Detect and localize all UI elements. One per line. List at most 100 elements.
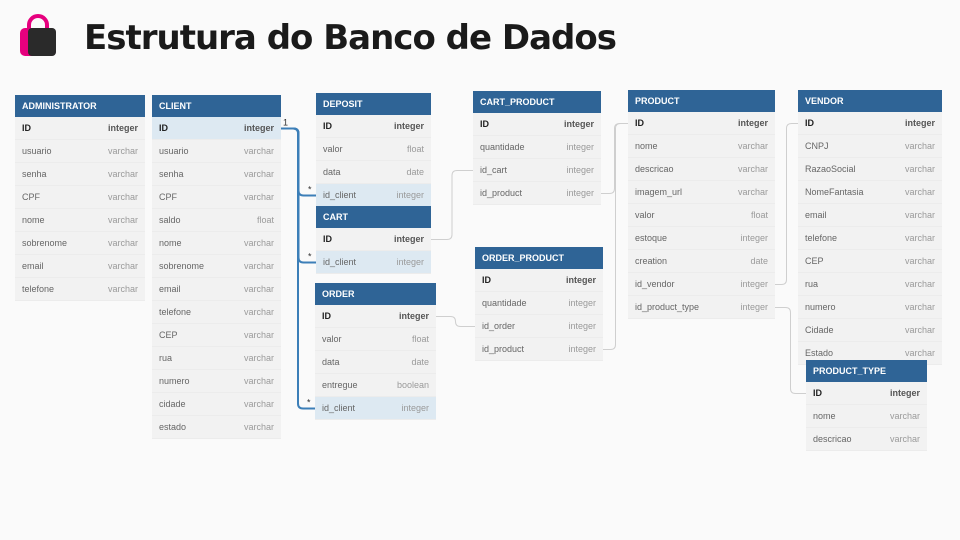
field-row[interactable]: sobrenome varchar xyxy=(152,255,281,278)
field-type: float xyxy=(411,334,429,344)
field-row[interactable]: id_cart integer xyxy=(473,159,601,182)
field-row[interactable]: nome varchar xyxy=(806,405,927,428)
field-row[interactable]: creation date xyxy=(628,250,775,273)
table-header[interactable]: DEPOSIT xyxy=(316,93,431,115)
field-type: float xyxy=(750,210,768,220)
table-vendor[interactable]: VENDOR ID integer CNPJ varchar RazaoSocial var… xyxy=(798,90,942,365)
field-row[interactable]: usuario varchar xyxy=(15,140,145,163)
field-row[interactable]: NomeFantasia varchar xyxy=(798,181,942,204)
field-row[interactable]: valor float xyxy=(628,204,775,227)
field-row[interactable]: valor float xyxy=(316,138,431,161)
table-deposit[interactable]: DEPOSIT ID integer valor float data date id_cli… xyxy=(316,93,431,207)
table-header[interactable]: ORDER_PRODUCT xyxy=(475,247,603,269)
table-header[interactable]: PRODUCT xyxy=(628,90,775,112)
field-name: id_product xyxy=(480,188,523,198)
field-row[interactable]: numero varchar xyxy=(152,370,281,393)
field-row[interactable]: ID integer xyxy=(628,112,775,135)
field-row[interactable]: telefone varchar xyxy=(15,278,145,301)
field-row[interactable]: nome varchar xyxy=(628,135,775,158)
table-header[interactable]: CART_PRODUCT xyxy=(473,91,601,113)
field-row[interactable]: ID integer xyxy=(806,382,927,405)
field-row[interactable]: ID integer xyxy=(316,115,431,138)
relation-line xyxy=(281,127,315,410)
field-row[interactable]: rua varchar xyxy=(798,273,942,296)
field-name: id_order xyxy=(482,321,516,331)
field-row[interactable]: nome varchar xyxy=(152,232,281,255)
field-type: varchar xyxy=(904,256,935,266)
field-row[interactable]: Cidade varchar xyxy=(798,319,942,342)
field-row[interactable]: usuario varchar xyxy=(152,140,281,163)
field-row[interactable]: numero varchar xyxy=(798,296,942,319)
field-type: integer xyxy=(566,165,594,175)
field-type: varchar xyxy=(243,261,274,271)
table-order-product[interactable]: ORDER_PRODUCT ID integer quantidade integer i… xyxy=(475,247,603,361)
table-header[interactable]: VENDOR xyxy=(798,90,942,112)
table-header[interactable]: ORDER xyxy=(315,283,436,305)
field-type: float xyxy=(256,215,274,225)
field-row[interactable]: cidade varchar xyxy=(152,393,281,416)
field-row[interactable]: CPF varchar xyxy=(152,186,281,209)
field-row[interactable]: descricao varchar xyxy=(806,428,927,451)
field-row[interactable]: ID integer xyxy=(15,117,145,140)
field-row[interactable]: ID integer xyxy=(475,269,603,292)
field-row[interactable]: sobrenome varchar xyxy=(15,232,145,255)
field-row[interactable]: senha varchar xyxy=(15,163,145,186)
field-row[interactable]: telefone varchar xyxy=(798,227,942,250)
field-row[interactable]: ID integer xyxy=(152,117,281,140)
field-name: nome xyxy=(635,141,658,151)
field-row[interactable]: entregue boolean xyxy=(315,374,436,397)
field-row[interactable]: quantidade integer xyxy=(475,292,603,315)
field-row[interactable]: id_product_type integer xyxy=(628,296,775,319)
field-row[interactable]: id_client integer xyxy=(315,397,436,420)
field-row[interactable]: email varchar xyxy=(15,255,145,278)
table-header[interactable]: CART xyxy=(316,206,431,228)
field-row[interactable]: valor float xyxy=(315,328,436,351)
field-name: ID xyxy=(22,123,31,133)
field-name: numero xyxy=(805,302,836,312)
field-row[interactable]: CEP varchar xyxy=(798,250,942,273)
field-row[interactable]: quantidade integer xyxy=(473,136,601,159)
table-order[interactable]: ORDER ID integer valor float data date entregue… xyxy=(315,283,436,420)
field-row[interactable]: CPF varchar xyxy=(15,186,145,209)
field-row[interactable]: estoque integer xyxy=(628,227,775,250)
field-row[interactable]: descricao varchar xyxy=(628,158,775,181)
table-cart[interactable]: CART ID integer id_client integer xyxy=(316,206,431,274)
field-name: valor xyxy=(635,210,655,220)
field-row[interactable]: id_client integer xyxy=(316,251,431,274)
field-row[interactable]: id_product integer xyxy=(475,338,603,361)
field-row[interactable]: ID integer xyxy=(315,305,436,328)
field-row[interactable]: rua varchar xyxy=(152,347,281,370)
field-row[interactable]: data date xyxy=(315,351,436,374)
field-row[interactable]: nome varchar xyxy=(15,209,145,232)
table-header[interactable]: ADMINISTRATOR xyxy=(15,95,145,117)
cardinality-label: * xyxy=(308,252,312,262)
field-name: ID xyxy=(323,234,332,244)
field-row[interactable]: id_product integer xyxy=(473,182,601,205)
field-row[interactable]: id_vendor integer xyxy=(628,273,775,296)
field-row[interactable]: CEP varchar xyxy=(152,324,281,347)
table-product[interactable]: PRODUCT ID integer nome varchar descricao varc… xyxy=(628,90,775,319)
field-row[interactable]: saldo float xyxy=(152,209,281,232)
field-row[interactable]: id_client integer xyxy=(316,184,431,207)
table-header[interactable]: CLIENT xyxy=(152,95,281,117)
field-row[interactable]: ID integer xyxy=(316,228,431,251)
field-row[interactable]: data date xyxy=(316,161,431,184)
field-row[interactable]: ID integer xyxy=(798,112,942,135)
table-product-type[interactable]: PRODUCT_TYPE ID integer nome varchar descrica… xyxy=(806,360,927,451)
field-row[interactable]: estado varchar xyxy=(152,416,281,439)
field-row[interactable]: id_order integer xyxy=(475,315,603,338)
field-row[interactable]: email varchar xyxy=(152,278,281,301)
field-name: CEP xyxy=(805,256,824,266)
field-row[interactable]: CNPJ varchar xyxy=(798,135,942,158)
table-administrator[interactable]: ADMINISTRATOR ID integer usuario varchar senh… xyxy=(15,95,145,301)
table-header[interactable]: PRODUCT_TYPE xyxy=(806,360,927,382)
field-row[interactable]: telefone varchar xyxy=(152,301,281,324)
field-row[interactable]: senha varchar xyxy=(152,163,281,186)
field-row[interactable]: email varchar xyxy=(798,204,942,227)
table-cart-product[interactable]: CART_PRODUCT ID integer quantidade integer id… xyxy=(473,91,601,205)
field-row[interactable]: ID integer xyxy=(473,113,601,136)
field-name: imagem_url xyxy=(635,187,683,197)
table-client[interactable]: CLIENT ID integer usuario varchar senha varcha… xyxy=(152,95,281,439)
field-row[interactable]: RazaoSocial varchar xyxy=(798,158,942,181)
field-row[interactable]: imagem_url varchar xyxy=(628,181,775,204)
